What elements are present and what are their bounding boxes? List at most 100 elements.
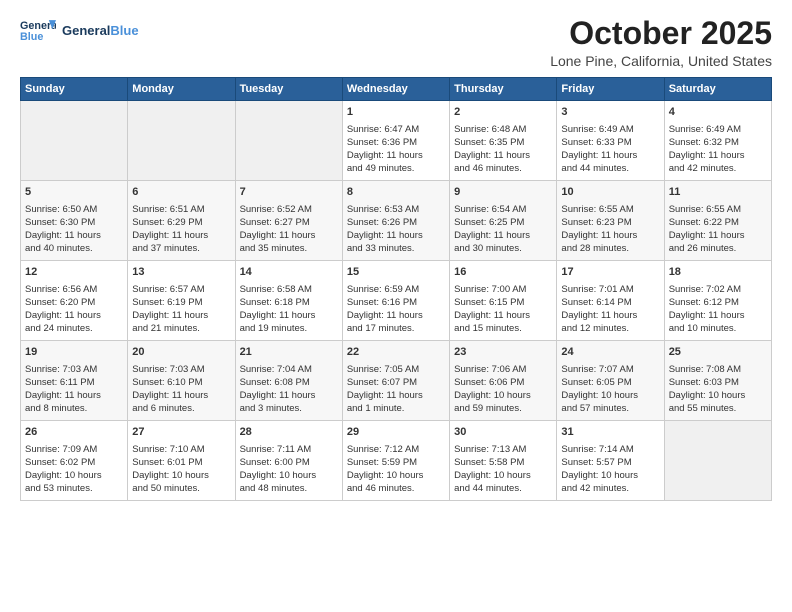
day-info: Sunrise: 7:08 AM <box>669 363 767 376</box>
day-info: Sunset: 6:11 PM <box>25 376 123 389</box>
day-number: 12 <box>25 265 123 280</box>
day-info: Sunrise: 6:58 AM <box>240 283 338 296</box>
calendar-cell: 29Sunrise: 7:12 AMSunset: 5:59 PMDayligh… <box>342 421 449 501</box>
calendar-cell: 21Sunrise: 7:04 AMSunset: 6:08 PMDayligh… <box>235 341 342 421</box>
week-row-1: 1Sunrise: 6:47 AMSunset: 6:36 PMDaylight… <box>21 101 772 181</box>
day-info: and 42 minutes. <box>669 162 767 175</box>
col-tuesday: Tuesday <box>235 78 342 101</box>
day-info: Sunset: 6:03 PM <box>669 376 767 389</box>
day-info: Sunset: 6:02 PM <box>25 456 123 469</box>
calendar-cell: 30Sunrise: 7:13 AMSunset: 5:58 PMDayligh… <box>450 421 557 501</box>
day-number: 11 <box>669 185 767 200</box>
day-info: Sunrise: 7:02 AM <box>669 283 767 296</box>
day-info: Daylight: 11 hours <box>669 309 767 322</box>
day-number: 28 <box>240 425 338 440</box>
day-number: 17 <box>561 265 659 280</box>
day-number: 26 <box>25 425 123 440</box>
calendar-cell: 15Sunrise: 6:59 AMSunset: 6:16 PMDayligh… <box>342 261 449 341</box>
day-number: 8 <box>347 185 445 200</box>
day-info: Daylight: 10 hours <box>561 389 659 402</box>
calendar-cell: 16Sunrise: 7:00 AMSunset: 6:15 PMDayligh… <box>450 261 557 341</box>
calendar-cell <box>664 421 771 501</box>
day-info: Sunrise: 6:57 AM <box>132 283 230 296</box>
title-block: October 2025 Lone Pine, California, Unit… <box>550 16 772 69</box>
day-info: Sunset: 6:23 PM <box>561 216 659 229</box>
day-info: Daylight: 11 hours <box>347 389 445 402</box>
day-info: Sunrise: 6:53 AM <box>347 203 445 216</box>
day-info: Sunrise: 7:07 AM <box>561 363 659 376</box>
day-info: Sunrise: 7:03 AM <box>132 363 230 376</box>
day-info: Daylight: 11 hours <box>132 389 230 402</box>
day-info: Sunrise: 7:01 AM <box>561 283 659 296</box>
calendar-cell: 24Sunrise: 7:07 AMSunset: 6:05 PMDayligh… <box>557 341 664 421</box>
day-number: 18 <box>669 265 767 280</box>
day-info: Sunrise: 7:05 AM <box>347 363 445 376</box>
day-info: Daylight: 10 hours <box>347 469 445 482</box>
day-info: and 40 minutes. <box>25 242 123 255</box>
day-info: Sunrise: 6:55 AM <box>561 203 659 216</box>
day-info: Sunset: 5:58 PM <box>454 456 552 469</box>
day-info: and 42 minutes. <box>561 482 659 495</box>
day-info: and 37 minutes. <box>132 242 230 255</box>
day-info: and 21 minutes. <box>132 322 230 335</box>
day-number: 30 <box>454 425 552 440</box>
day-info: Daylight: 10 hours <box>669 389 767 402</box>
day-info: Sunset: 6:33 PM <box>561 136 659 149</box>
day-info: Sunset: 6:06 PM <box>454 376 552 389</box>
day-info: Daylight: 10 hours <box>454 469 552 482</box>
day-info: Sunset: 6:27 PM <box>240 216 338 229</box>
calendar-cell: 5Sunrise: 6:50 AMSunset: 6:30 PMDaylight… <box>21 181 128 261</box>
day-info: Daylight: 11 hours <box>454 309 552 322</box>
calendar-cell: 10Sunrise: 6:55 AMSunset: 6:23 PMDayligh… <box>557 181 664 261</box>
logo: General Blue GeneralBlue <box>20 16 139 44</box>
calendar-cell: 23Sunrise: 7:06 AMSunset: 6:06 PMDayligh… <box>450 341 557 421</box>
day-info: Sunrise: 6:47 AM <box>347 123 445 136</box>
svg-text:Blue: Blue <box>20 31 43 43</box>
calendar-cell: 26Sunrise: 7:09 AMSunset: 6:02 PMDayligh… <box>21 421 128 501</box>
day-number: 9 <box>454 185 552 200</box>
calendar-cell: 8Sunrise: 6:53 AMSunset: 6:26 PMDaylight… <box>342 181 449 261</box>
day-info: Daylight: 11 hours <box>25 309 123 322</box>
day-info: and 1 minute. <box>347 402 445 415</box>
day-info: Sunrise: 7:10 AM <box>132 443 230 456</box>
calendar-cell: 7Sunrise: 6:52 AMSunset: 6:27 PMDaylight… <box>235 181 342 261</box>
calendar-cell: 17Sunrise: 7:01 AMSunset: 6:14 PMDayligh… <box>557 261 664 341</box>
day-info: Sunrise: 7:06 AM <box>454 363 552 376</box>
day-info: and 19 minutes. <box>240 322 338 335</box>
day-info: Sunrise: 6:50 AM <box>25 203 123 216</box>
day-number: 31 <box>561 425 659 440</box>
day-info: and 49 minutes. <box>347 162 445 175</box>
day-info: and 26 minutes. <box>669 242 767 255</box>
day-info: Sunrise: 7:09 AM <box>25 443 123 456</box>
day-number: 14 <box>240 265 338 280</box>
day-number: 19 <box>25 345 123 360</box>
day-info: Daylight: 10 hours <box>240 469 338 482</box>
day-info: and 44 minutes. <box>561 162 659 175</box>
day-info: Daylight: 11 hours <box>25 389 123 402</box>
calendar-cell: 14Sunrise: 6:58 AMSunset: 6:18 PMDayligh… <box>235 261 342 341</box>
day-info: Sunset: 6:29 PM <box>132 216 230 229</box>
day-info: Sunrise: 7:04 AM <box>240 363 338 376</box>
calendar-cell: 28 Sunrise: 7:11 AMSunset: 6:00 PMDayligh… <box>235 421 342 501</box>
day-info: Daylight: 11 hours <box>132 309 230 322</box>
day-info: Sunrise: 6:55 AM <box>669 203 767 216</box>
day-info: and 53 minutes. <box>25 482 123 495</box>
day-info: Daylight: 11 hours <box>561 309 659 322</box>
week-row-5: 26 Sunrise: 7:09 AMSunset: 6:02 PM Dayligh… <box>21 421 772 501</box>
day-info: Daylight: 11 hours <box>240 229 338 242</box>
day-info: Sunrise: 7:03 AM <box>25 363 123 376</box>
day-info: Daylight: 11 hours <box>454 229 552 242</box>
day-info: Daylight: 11 hours <box>669 229 767 242</box>
day-info: Sunrise: 6:49 AM <box>561 123 659 136</box>
day-info: Sunset: 6:00 PM <box>240 456 338 469</box>
day-info: and 30 minutes. <box>454 242 552 255</box>
day-number: 5 <box>25 185 123 200</box>
col-monday: Monday <box>128 78 235 101</box>
day-info: and 24 minutes. <box>25 322 123 335</box>
calendar-cell: 3Sunrise: 6:49 AMSunset: 6:33 PMDaylight… <box>557 101 664 181</box>
day-info: Daylight: 11 hours <box>561 149 659 162</box>
day-info: and 10 minutes. <box>669 322 767 335</box>
day-info: Sunrise: 7:11 AM <box>240 443 338 456</box>
day-info: Sunrise: 6:48 AM <box>454 123 552 136</box>
day-info: Sunrise: 7:12 AM <box>347 443 445 456</box>
